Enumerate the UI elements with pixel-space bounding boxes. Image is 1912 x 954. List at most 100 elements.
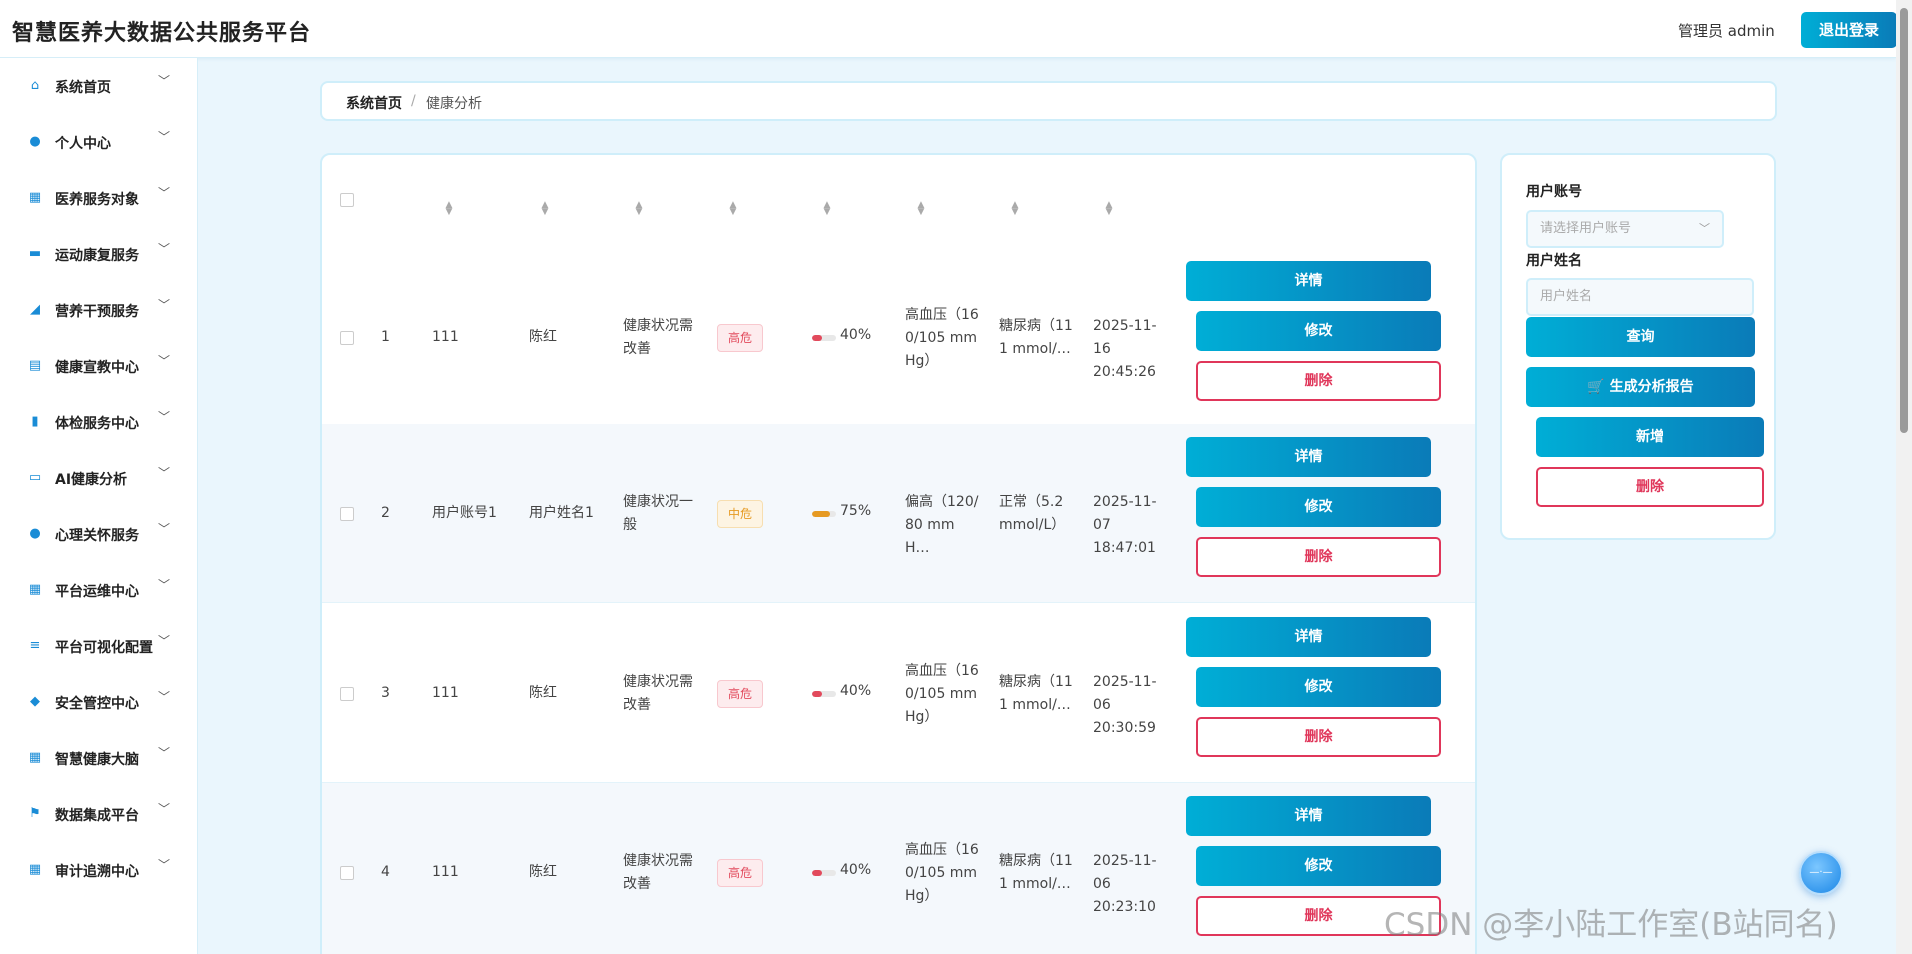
row-checkbox[interactable] xyxy=(340,687,354,701)
batch-delete-button[interactable]: 删除 xyxy=(1536,467,1764,507)
search-panel: 用户账号 请选择用户账号 ﹀ 用户姓名 用户姓名 查询 🛒 生成分析报告 新增 … xyxy=(1500,153,1776,540)
row-checkbox[interactable] xyxy=(340,866,354,880)
cart-icon: 🛒 xyxy=(1587,379,1605,395)
sidebar-item[interactable]: ▦ 智慧健康大脑 ﹀ xyxy=(0,738,198,778)
edit-button[interactable]: 修改 xyxy=(1196,487,1441,527)
sidebar-item[interactable]: ▮ 体检服务中心 ﹀ xyxy=(0,402,198,442)
sidebar-item-label: 医养服务对象 xyxy=(55,192,139,208)
delete-button[interactable]: 删除 xyxy=(1196,361,1441,401)
monitor-icon: ▭ xyxy=(28,470,42,485)
sort-icon[interactable]: ▲ ▼ xyxy=(1010,201,1020,217)
delete-button[interactable]: 删除 xyxy=(1196,717,1441,757)
row-index: 2 xyxy=(381,505,390,521)
table-row: 4 111 陈红 健康状况需改善 高危 40% 高血压（160/105 mmHg） 糖尿病（1… xyxy=(322,783,1475,954)
sidebar-item[interactable]: ▦ 医养服务对象 ﹀ xyxy=(0,178,198,218)
row-checkbox[interactable] xyxy=(340,331,354,345)
sidebar-item-label: 系统首页 xyxy=(55,80,111,96)
sidebar-item[interactable]: ● 个人中心 ﹀ xyxy=(0,122,198,162)
sort-icon[interactable]: ▲ ▼ xyxy=(728,201,738,217)
table-row: 3 111 陈红 健康状况需改善 高危 40% 高血压（160/105 mmHg） 糖尿病（1… xyxy=(322,604,1475,783)
blood-sugar: 糖尿病（111 mmol/… xyxy=(999,674,1073,713)
sidebar-item-label: 个人中心 xyxy=(55,136,111,152)
sidebar-item-label: 体检服务中心 xyxy=(55,416,139,432)
row-index: 3 xyxy=(381,685,390,701)
top-bar: 智慧医养大数据公共服务平台 管理员 admin 退出登录 xyxy=(0,0,1897,58)
floating-assistant-button[interactable]: —·— xyxy=(1799,851,1843,895)
progress-fill xyxy=(812,335,822,341)
scrollbar-thumb[interactable] xyxy=(1900,8,1908,433)
chevron-down-icon: ﹀ xyxy=(158,522,171,536)
sidebar-item[interactable]: ▤ 健康宣教中心 ﹀ xyxy=(0,346,198,386)
health-status: 健康状况一般 xyxy=(623,494,693,533)
sidebar-item[interactable]: ◢ 营养干预服务 ﹀ xyxy=(0,290,198,330)
sidebar-item[interactable]: ≡ 平台可视化配置 ﹀ xyxy=(0,626,198,666)
record-time: 2025-11-06 20:30:59 xyxy=(1093,674,1157,736)
progress-label: 40% xyxy=(840,327,872,343)
grid-icon: ▦ xyxy=(28,582,42,597)
sidebar-item[interactable]: ▬ 运动康复服务 ﹀ xyxy=(0,234,198,274)
chevron-down-icon: ﹀ xyxy=(158,690,171,704)
detail-button[interactable]: 详情 xyxy=(1186,796,1431,836)
sort-icon[interactable]: ▲ ▼ xyxy=(1104,201,1114,217)
chevron-down-icon: ﹀ xyxy=(158,410,171,424)
progress-label: 75% xyxy=(840,503,872,519)
dash-icon: —·— xyxy=(1809,867,1833,878)
generate-report-button[interactable]: 🛒 生成分析报告 xyxy=(1526,367,1755,407)
account-label: 用户账号 xyxy=(1526,184,1582,200)
shield-icon: ◆ xyxy=(30,694,40,709)
delete-button[interactable]: 删除 xyxy=(1196,537,1441,577)
risk-badge: 中危 xyxy=(717,500,763,528)
add-button[interactable]: 新增 xyxy=(1536,417,1764,457)
watermark: CSDN @李小陆工作室(B站同名) xyxy=(1384,907,1838,943)
sidebar-item[interactable]: ▭ AI健康分析 ﹀ xyxy=(0,458,198,498)
sidebar-item[interactable]: ⚑ 数据集成平台 ﹀ xyxy=(0,794,198,834)
chevron-down-icon: ﹀ xyxy=(158,802,171,816)
blood-pressure: 偏高（120/80 mmH… xyxy=(905,494,979,556)
sidebar-item-label: 安全管控中心 xyxy=(55,696,139,712)
scrollbar[interactable] xyxy=(1896,0,1912,954)
breadcrumb-home-link[interactable]: 系统首页 xyxy=(346,93,402,113)
user-name: 陈红 xyxy=(529,685,557,701)
sort-icon[interactable]: ▲ ▼ xyxy=(634,201,644,217)
sidebar-item[interactable]: ▦ 审计追溯中心 ﹀ xyxy=(0,850,198,890)
blood-sugar: 糖尿病（111 mmol/… xyxy=(999,318,1073,357)
chevron-down-icon: ﹀ xyxy=(158,858,171,872)
progress-fill xyxy=(812,691,822,697)
sidebar-item-label: 心理关怀服务 xyxy=(55,528,139,544)
select-all-checkbox[interactable] xyxy=(340,193,354,207)
user-account: 111 xyxy=(432,329,459,345)
user-account: 111 xyxy=(432,864,459,880)
sidebar-item-label: 数据集成平台 xyxy=(55,808,139,824)
thumb-icon: ◢ xyxy=(30,302,40,317)
row-index: 4 xyxy=(381,864,390,880)
chevron-down-icon: ﹀ xyxy=(158,578,171,592)
sort-icon[interactable]: ▲ ▼ xyxy=(444,201,454,217)
detail-button[interactable]: 详情 xyxy=(1186,437,1431,477)
sidebar-item-label: 健康宣教中心 xyxy=(55,360,139,376)
account-select[interactable]: 请选择用户账号 ﹀ xyxy=(1526,210,1724,248)
breadcrumb-separator: / xyxy=(411,93,416,109)
logout-button[interactable]: 退出登录 xyxy=(1801,12,1897,48)
edit-button[interactable]: 修改 xyxy=(1196,311,1441,351)
sort-icon[interactable]: ▲ ▼ xyxy=(540,201,550,217)
sidebar-item[interactable]: ◆ 安全管控中心 ﹀ xyxy=(0,682,198,722)
detail-button[interactable]: 详情 xyxy=(1186,617,1431,657)
row-checkbox[interactable] xyxy=(340,507,354,521)
admin-user-label: 管理员 admin xyxy=(1678,22,1775,40)
chevron-down-icon: ﹀ xyxy=(158,354,171,368)
query-button[interactable]: 查询 xyxy=(1526,317,1755,357)
sidebar-item-label: 审计追溯中心 xyxy=(55,864,139,880)
sidebar-item[interactable]: ● 心理关怀服务 ﹀ xyxy=(0,514,198,554)
chevron-down-icon: ﹀ xyxy=(158,634,171,648)
sidebar-item[interactable]: ⌂ 系统首页 ﹀ xyxy=(0,66,198,106)
sort-icon[interactable]: ▲ ▼ xyxy=(916,201,926,217)
user-name: 用户姓名1 xyxy=(529,505,594,521)
edit-button[interactable]: 修改 xyxy=(1196,667,1441,707)
sort-icon[interactable]: ▲ ▼ xyxy=(822,201,832,217)
sliders-icon: ≡ xyxy=(29,638,41,653)
sidebar-item[interactable]: ▦ 平台运维中心 ﹀ xyxy=(0,570,198,610)
detail-button[interactable]: 详情 xyxy=(1186,261,1431,301)
edit-button[interactable]: 修改 xyxy=(1196,846,1441,886)
name-input[interactable]: 用户姓名 xyxy=(1526,278,1754,316)
blood-sugar: 正常（5.2 mmol/L） xyxy=(999,494,1066,533)
